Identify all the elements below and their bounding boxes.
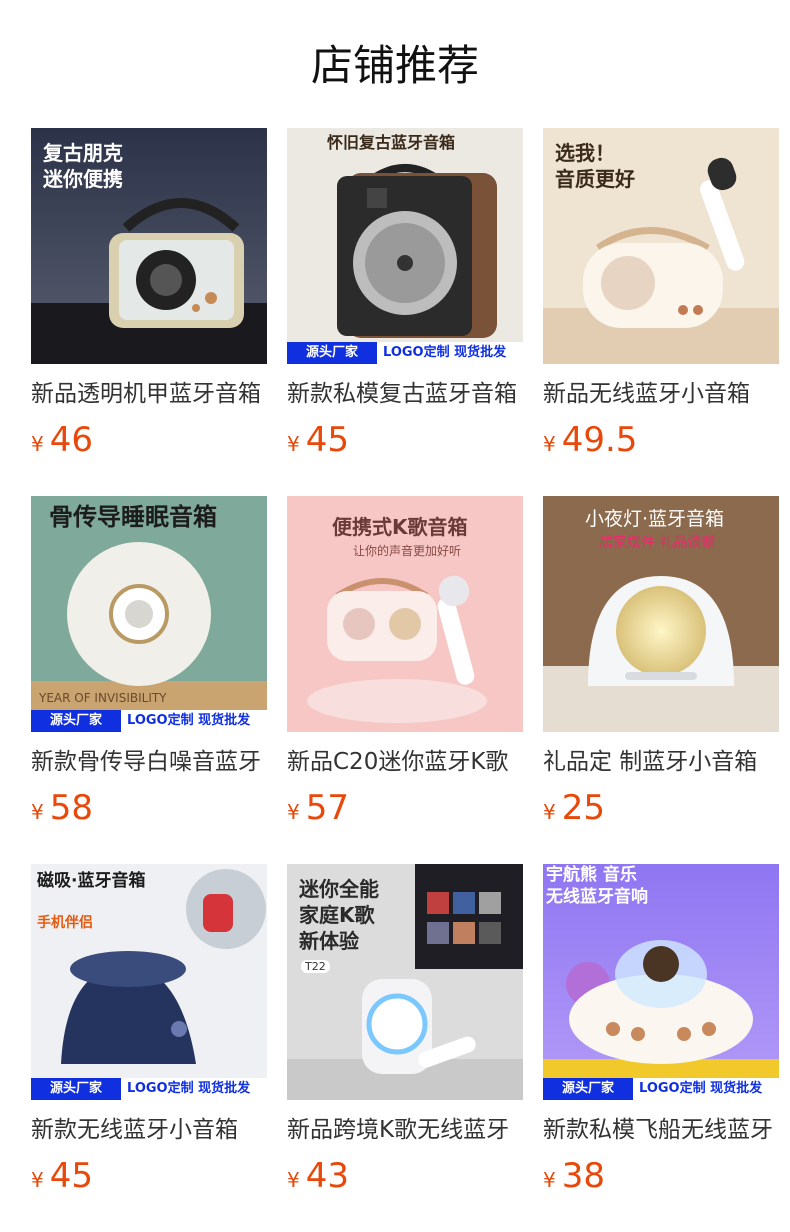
product-price: ¥38 [543,1156,779,1196]
logo-custom-label: LOGO定制 现货批发 [121,710,267,732]
image-headline: 迷你全能 家庭K歌 新体验 [299,877,379,953]
product-card[interactable]: 迷你全能 家庭K歌 新体验 T22 新品跨境K歌无线蓝牙 ¥43 [287,864,523,1232]
price-value: 49.5 [561,420,638,460]
price-value: 57 [305,788,349,828]
image-headline: 磁吸·蓝牙音箱 [37,871,146,891]
image-headline: 骨传导睡眠音箱 [49,503,217,531]
product-price: ¥45 [31,1156,267,1196]
product-price: ¥25 [543,788,779,828]
source-factory-label: 源头厂家 [31,1078,121,1100]
product-image[interactable]: 怀旧复古蓝牙音箱 源头厂家 LOGO定制 现货批发 [287,128,523,364]
factory-banner: 源头厂家 LOGO定制 现货批发 [287,342,523,364]
speaker-illustration [287,128,523,364]
product-price: ¥43 [287,1156,523,1196]
product-title[interactable]: 新品无线蓝牙小音箱 [543,378,779,410]
product-card[interactable]: 便携式K歌音箱 让你的声音更加好听 新品C20迷你蓝牙K歌 ¥57 [287,496,523,864]
image-subtext: T22 [301,960,330,973]
image-headline: 便携式K歌音箱 [332,515,468,539]
product-title[interactable]: 新品跨境K歌无线蓝牙 [287,1114,523,1146]
factory-banner: 源头厂家 LOGO定制 现货批发 [31,1078,267,1100]
logo-custom-label: LOGO定制 现货批发 [121,1078,267,1100]
factory-banner: 源头厂家 LOGO定制 现货批发 [543,1078,779,1100]
factory-banner: 源头厂家 LOGO定制 现货批发 [31,710,267,732]
product-grid: 复古朋克 迷你便携 新品透明机甲蓝牙音箱 ¥46 怀旧复古蓝牙音箱 源头厂家 L… [31,128,790,1232]
product-price: ¥49.5 [543,420,779,460]
product-price: ¥46 [31,420,267,460]
product-card[interactable]: 骨传导睡眠音箱 YEAR OF INVISIBILITY 源头厂家 LOGO定制… [31,496,267,864]
product-card[interactable]: 怀旧复古蓝牙音箱 源头厂家 LOGO定制 现货批发 新款私模复古蓝牙音箱 ¥45 [287,128,523,496]
product-title[interactable]: 礼品定 制蓝牙小音箱 [543,746,779,778]
product-image[interactable]: 骨传导睡眠音箱 YEAR OF INVISIBILITY 源头厂家 LOGO定制… [31,496,267,732]
product-title[interactable]: 新款私模复古蓝牙音箱 [287,378,523,410]
currency-symbol: ¥ [31,432,44,456]
product-image[interactable]: 选我！ 音质更好 [543,128,779,364]
currency-symbol: ¥ [31,800,44,824]
currency-symbol: ¥ [287,432,300,456]
source-factory-label: 源头厂家 [287,342,377,364]
logo-custom-label: LOGO定制 现货批发 [633,1078,779,1100]
product-price: ¥57 [287,788,523,828]
product-title[interactable]: 新品C20迷你蓝牙K歌 [287,746,523,778]
currency-symbol: ¥ [543,432,556,456]
image-headline: 选我！ 音质更好 [555,141,635,191]
source-factory-label: 源头厂家 [543,1078,633,1100]
product-card[interactable]: 磁吸·蓝牙音箱 手机伴侣 源头厂家 LOGO定制 现货批发 新款无线蓝牙小音箱 … [31,864,267,1232]
price-value: 45 [305,420,349,460]
image-subtext: 让你的声音更加好听 [353,544,462,558]
product-image[interactable]: 小夜灯·蓝牙音箱 居家摆件 礼品馈赠 [543,496,779,732]
product-title[interactable]: 新品透明机甲蓝牙音箱 [31,378,267,410]
price-value: 38 [561,1156,605,1196]
product-image[interactable]: 磁吸·蓝牙音箱 手机伴侣 源头厂家 LOGO定制 现货批发 [31,864,267,1100]
product-card[interactable]: 复古朋克 迷你便携 新品透明机甲蓝牙音箱 ¥46 [31,128,267,496]
image-subtext: 手机伴侣 [37,915,93,931]
image-headline: 怀旧复古蓝牙音箱 [327,133,456,152]
currency-symbol: ¥ [543,1168,556,1192]
image-headline: 宇航熊 音乐 无线蓝牙音响 [546,865,648,907]
product-image[interactable]: 复古朋克 迷你便携 [31,128,267,364]
page-title: 店铺推荐 [310,41,479,90]
currency-symbol: ¥ [31,1168,44,1192]
product-title[interactable]: 新款私模飞船无线蓝牙 [543,1114,779,1146]
product-image[interactable]: 迷你全能 家庭K歌 新体验 T22 [287,864,523,1100]
currency-symbol: ¥ [543,800,556,824]
image-headline: 复古朋克 迷你便携 [43,141,123,191]
product-title[interactable]: 新款无线蓝牙小音箱 [31,1114,267,1146]
source-factory-label: 源头厂家 [31,710,121,732]
product-card[interactable]: 宇航熊 音乐 无线蓝牙音响 源头厂家 LOGO定制 现货批发 新款私模飞船无线蓝… [543,864,779,1232]
image-subtext: YEAR OF INVISIBILITY [39,691,167,705]
speaker-illustration [31,864,267,1100]
product-title[interactable]: 新款骨传导白噪音蓝牙 [31,746,267,778]
product-card[interactable]: 选我！ 音质更好 新品无线蓝牙小音箱 ¥49.5 [543,128,779,496]
price-value: 58 [49,788,93,828]
currency-symbol: ¥ [287,1168,300,1192]
product-price: ¥58 [31,788,267,828]
price-value: 45 [49,1156,93,1196]
product-card[interactable]: 小夜灯·蓝牙音箱 居家摆件 礼品馈赠 礼品定 制蓝牙小音箱 ¥25 [543,496,779,864]
logo-custom-label: LOGO定制 现货批发 [377,342,523,364]
product-image[interactable]: 宇航熊 音乐 无线蓝牙音响 源头厂家 LOGO定制 现货批发 [543,864,779,1100]
image-subtext: 居家摆件 礼品馈赠 [599,535,716,551]
price-value: 25 [561,788,605,828]
currency-symbol: ¥ [287,800,300,824]
image-headline: 小夜灯·蓝牙音箱 [585,508,725,530]
price-value: 46 [49,420,93,460]
product-image[interactable]: 便携式K歌音箱 让你的声音更加好听 [287,496,523,732]
price-value: 43 [305,1156,349,1196]
product-price: ¥45 [287,420,523,460]
